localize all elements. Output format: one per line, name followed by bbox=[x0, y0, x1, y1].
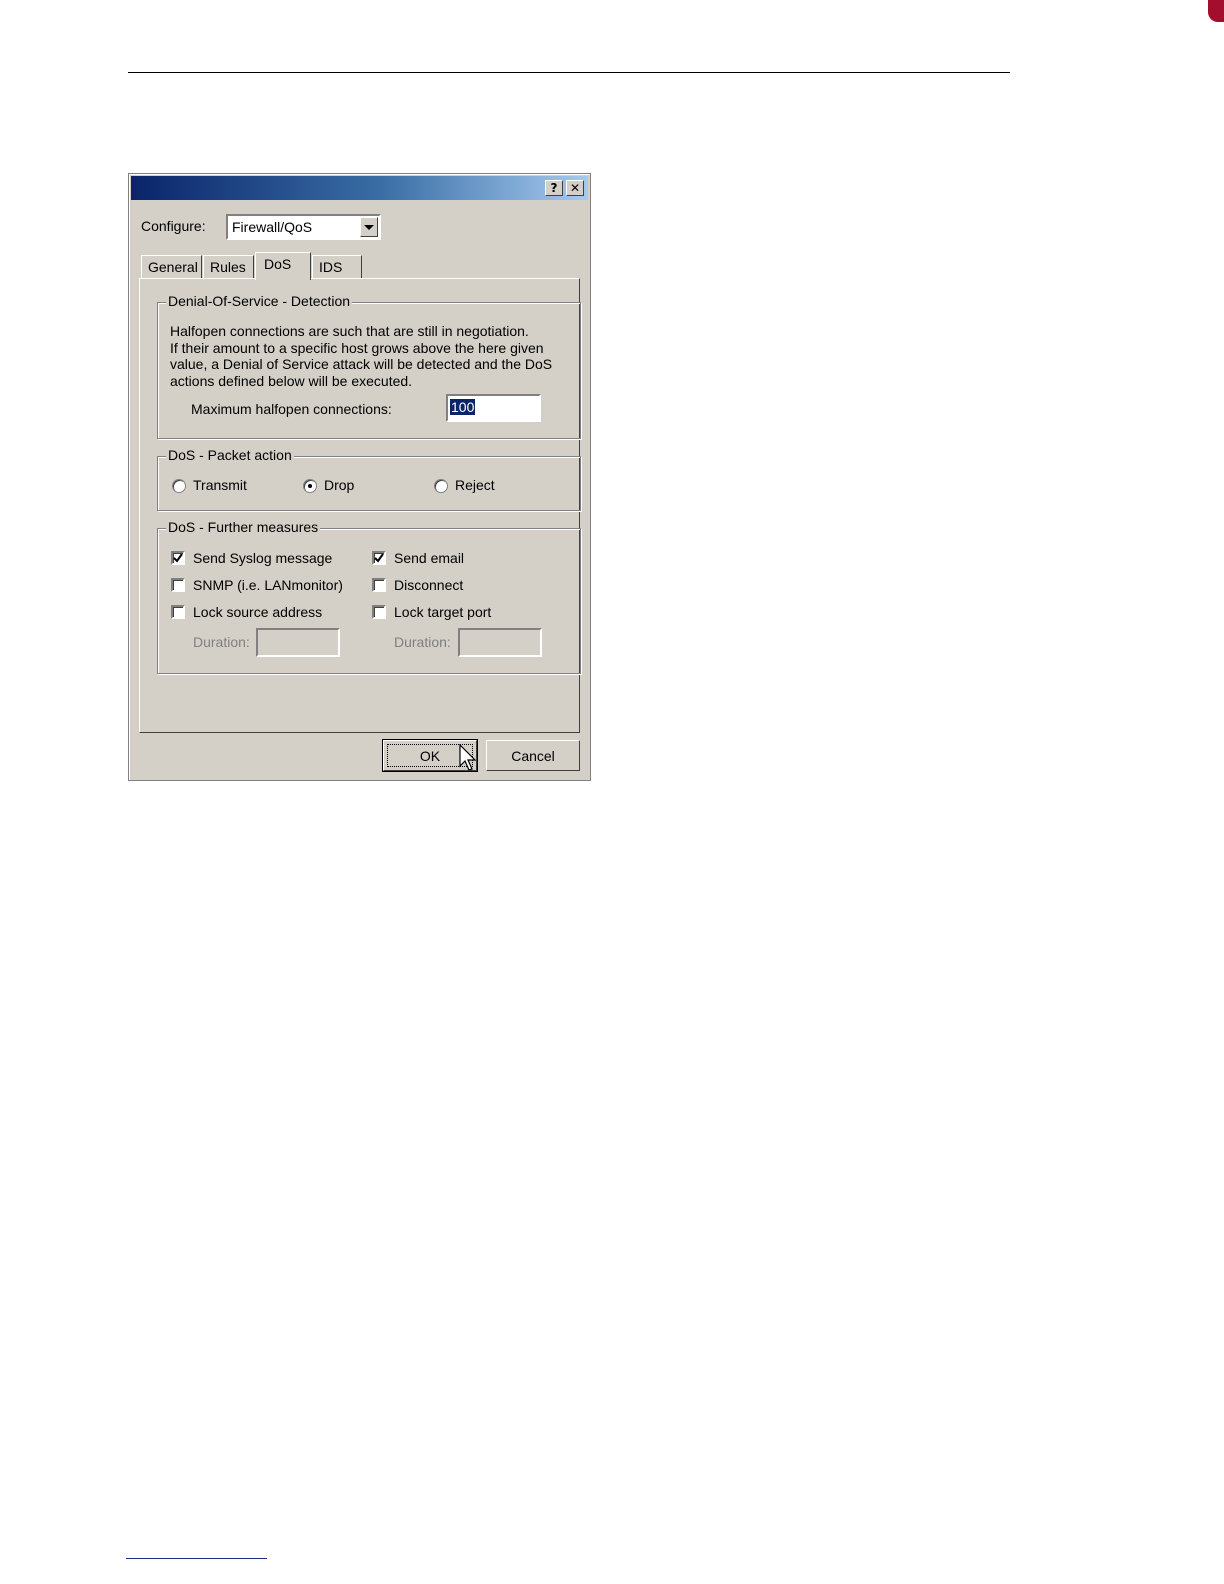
cancel-button-label: Cancel bbox=[511, 747, 555, 764]
detection-group-title: Denial-Of-Service - Detection bbox=[166, 293, 353, 309]
tab-label: DoS bbox=[264, 256, 292, 272]
configure-dropdown[interactable]: Firewall/QoS bbox=[226, 214, 381, 240]
duration-target-input[interactable] bbox=[458, 628, 542, 657]
disconnect-checkbox[interactable] bbox=[372, 578, 386, 592]
radio-reject-label[interactable]: Reject bbox=[455, 477, 495, 493]
lock-target-checkbox[interactable] bbox=[372, 605, 386, 619]
duration-source-label: Duration: bbox=[193, 634, 250, 650]
packet-action-group: DoS - Packet action Transmit Drop Reject bbox=[157, 447, 581, 511]
snmp-label[interactable]: SNMP (i.e. LANmonitor) bbox=[193, 577, 343, 593]
mouse-pointer-icon bbox=[459, 744, 477, 771]
max-halfopen-value: 100 bbox=[450, 399, 476, 415]
description-line: value, a Denial of Service attack will b… bbox=[170, 356, 553, 372]
close-button[interactable]: ✕ bbox=[566, 180, 584, 196]
duration-target-label: Duration: bbox=[394, 634, 451, 650]
description-line: If their amount to a specific host grows… bbox=[170, 339, 544, 356]
max-halfopen-label: Maximum halfopen connections: bbox=[191, 401, 392, 417]
footer-rule bbox=[126, 1558, 267, 1559]
radio-transmit[interactable] bbox=[172, 479, 186, 493]
help-icon: ? bbox=[550, 181, 558, 195]
duration-source-input[interactable] bbox=[256, 628, 340, 657]
send-email-label[interactable]: Send email bbox=[394, 550, 464, 566]
tab-label: General bbox=[148, 259, 198, 275]
close-icon: ✕ bbox=[569, 181, 581, 195]
max-halfopen-input[interactable]: 100 bbox=[446, 394, 541, 422]
snmp-checkbox[interactable] bbox=[171, 578, 185, 592]
checkmark-icon bbox=[374, 553, 384, 563]
description-line: actions defined below will be executed. bbox=[170, 372, 413, 389]
tab-rules[interactable]: Rules bbox=[203, 255, 254, 279]
radio-reject[interactable] bbox=[434, 479, 448, 493]
cancel-button[interactable]: Cancel bbox=[486, 740, 580, 771]
disconnect-label[interactable]: Disconnect bbox=[394, 577, 463, 593]
firewall-dos-dialog: ? ✕ Configure: Firewall/QoS General Rule… bbox=[128, 173, 591, 781]
description-line: Halfopen connections are such that are s… bbox=[170, 323, 529, 339]
tab-ids[interactable]: IDS bbox=[312, 255, 362, 279]
detection-description: Halfopen connections are such that are s… bbox=[170, 323, 570, 389]
checkmark-icon bbox=[173, 553, 183, 563]
further-measures-group-title: DoS - Further measures bbox=[166, 519, 321, 535]
tab-label: Rules bbox=[210, 259, 246, 275]
dos-tab-panel: Denial-Of-Service - Detection Halfopen c… bbox=[139, 278, 581, 733]
send-syslog-checkbox[interactable] bbox=[171, 551, 185, 565]
tab-label: IDS bbox=[319, 259, 343, 275]
radio-drop[interactable] bbox=[303, 479, 317, 493]
send-email-checkbox[interactable] bbox=[372, 551, 386, 565]
radio-transmit-label[interactable]: Transmit bbox=[193, 477, 247, 493]
ok-button-label: OK bbox=[419, 747, 441, 764]
configure-label: Configure: bbox=[141, 218, 206, 234]
further-measures-group: DoS - Further measures Send Syslog messa… bbox=[157, 519, 581, 674]
header-rule bbox=[128, 72, 1010, 73]
send-syslog-label[interactable]: Send Syslog message bbox=[193, 550, 332, 566]
lock-source-checkbox[interactable] bbox=[171, 605, 185, 619]
help-button[interactable]: ? bbox=[545, 180, 563, 196]
radio-drop-label[interactable]: Drop bbox=[324, 477, 354, 493]
tab-dos[interactable]: DoS bbox=[255, 252, 311, 280]
tab-general[interactable]: General bbox=[141, 255, 202, 279]
lock-source-label[interactable]: Lock source address bbox=[193, 604, 322, 620]
configure-value: Firewall/QoS bbox=[232, 219, 313, 235]
chevron-down-icon[interactable] bbox=[360, 217, 378, 237]
page-edge-marker bbox=[1208, 0, 1224, 22]
packet-action-group-title: DoS - Packet action bbox=[166, 447, 294, 463]
lock-target-label[interactable]: Lock target port bbox=[394, 604, 491, 620]
title-bar: ? ✕ bbox=[131, 176, 588, 200]
detection-group: Denial-Of-Service - Detection Halfopen c… bbox=[157, 293, 581, 439]
